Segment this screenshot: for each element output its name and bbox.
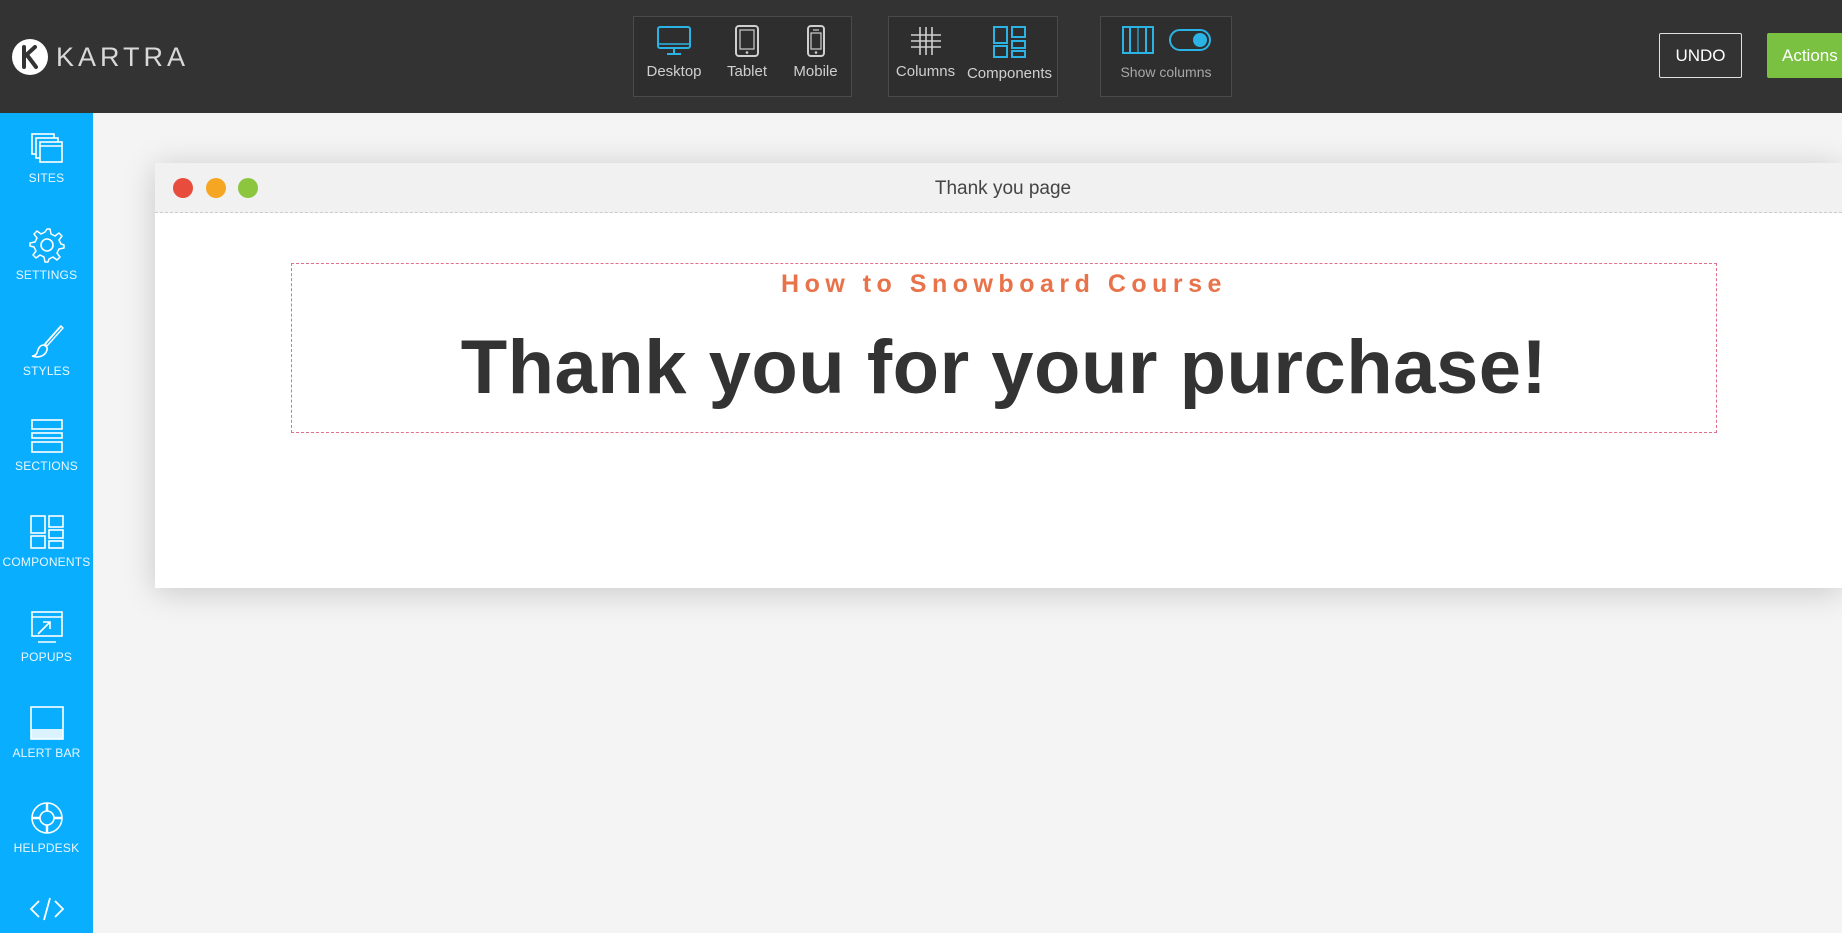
sidebar-label-alert-bar: ALERT BAR (12, 746, 81, 760)
gear-icon (28, 228, 65, 263)
tablet-label: Tablet (726, 63, 768, 80)
sidebar-item-popups[interactable]: POPUPS (0, 608, 93, 698)
preview-page-title: Thank you page (934, 178, 1072, 199)
mobile-view-button[interactable]: Mobile (780, 17, 851, 96)
sidebar-item-code[interactable] (0, 895, 93, 925)
components-button[interactable]: Components (962, 17, 1057, 96)
sidebar-label-styles: STYLES (22, 364, 71, 378)
headline-section[interactable]: How to Snowboard Course Thank you for yo… (291, 263, 1717, 433)
actions-button[interactable]: Actions (1767, 33, 1842, 78)
mobile-label: Mobile (793, 63, 838, 80)
page-preview-window: Thank you page How to Snowboard Course T… (155, 163, 1842, 588)
sidebar-item-alert-bar[interactable]: ALERT BAR (0, 704, 93, 794)
desktop-view-button[interactable]: Desktop (634, 17, 714, 96)
brand-name: KARTRA (56, 41, 190, 72)
components-icon (992, 26, 1026, 58)
layout-group: Columns Components (888, 16, 1058, 97)
brush-icon (31, 324, 64, 358)
columns-button[interactable]: Columns (889, 17, 962, 96)
sites-icon (30, 133, 63, 163)
code-icon (29, 897, 64, 921)
kartra-logo[interactable]: KARTRA (12, 37, 189, 77)
sidebar-label-settings: SETTINGS (15, 268, 78, 282)
sidebar-item-sites[interactable]: SITES (0, 131, 93, 221)
preview-window-titlebar: Thank you page (155, 163, 1842, 213)
alert-bar-icon (29, 706, 64, 740)
show-columns-group: Show columns (1100, 16, 1232, 97)
columns-grid-icon (910, 27, 941, 55)
show-columns-controls (1121, 25, 1211, 55)
show-columns-icon (1122, 26, 1154, 54)
components-label: Components (966, 65, 1053, 82)
sidebar-item-settings[interactable]: SETTINGS (0, 226, 93, 316)
sidebar-label-components: COMPONENTS (2, 555, 91, 569)
sidebar-label-sections: SECTIONS (15, 459, 78, 473)
columns-label: Columns (895, 63, 956, 80)
sidebar-label-popups: POPUPS (20, 650, 73, 664)
sidebar-label-sites: SITES (28, 171, 65, 185)
sidebar-item-sections[interactable]: SECTIONS (0, 417, 93, 507)
thank-you-headline[interactable]: Thank you for your purchase! (292, 324, 1716, 411)
components-icon (29, 515, 64, 549)
tablet-view-button[interactable]: Tablet (714, 17, 780, 96)
sidebar-item-styles[interactable]: STYLES (0, 322, 93, 412)
kartra-logo-icon (12, 39, 48, 75)
sections-icon (30, 419, 63, 453)
sidebar-item-helpdesk[interactable]: HELPDESK (0, 799, 93, 889)
popup-icon (30, 611, 63, 643)
sidebar-label-helpdesk: HELPDESK (13, 841, 80, 855)
sidebar-item-components[interactable]: COMPONENTS (0, 513, 93, 603)
desktop-icon (657, 26, 691, 55)
mobile-icon (806, 25, 825, 57)
show-columns-label: Show columns (1120, 64, 1212, 80)
course-subtitle[interactable]: How to Snowboard Course (292, 270, 1716, 299)
top-toolbar: KARTRA Desktop Tablet Mobile Columns Com… (0, 0, 1842, 113)
device-view-group: Desktop Tablet Mobile (633, 16, 852, 97)
desktop-label: Desktop (646, 63, 702, 80)
left-sidebar: SITES SETTINGS STYLES SECTIONS COMPONENT… (0, 113, 93, 933)
tablet-icon (735, 25, 759, 57)
undo-button[interactable]: UNDO (1659, 33, 1742, 78)
show-columns-toggle[interactable] (1169, 27, 1211, 53)
lifebuoy-icon (30, 802, 63, 834)
